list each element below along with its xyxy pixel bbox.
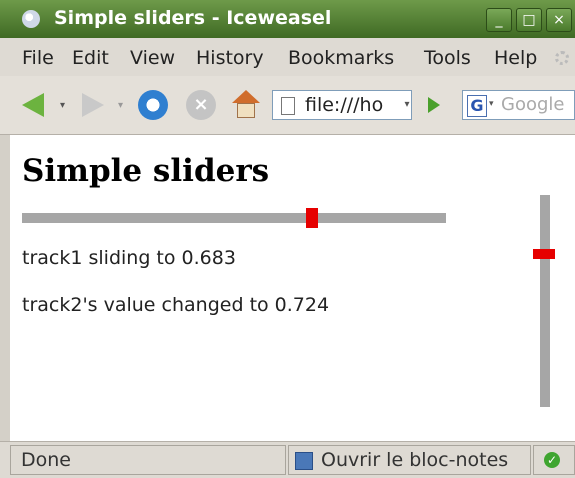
vertical-slider-track[interactable]: [533, 195, 555, 407]
browser-window: Simple sliders - Iceweasel _ □ × File Ed…: [0, 0, 575, 478]
back-dropdown-icon[interactable]: ▾: [60, 100, 65, 111]
notepad-icon: [295, 452, 313, 470]
status-bar: Done Ouvrir le bloc-notes ✓: [0, 441, 575, 478]
track1-status-text: track1 sliding to 0.683: [22, 247, 236, 269]
notes-label[interactable]: Ouvrir le bloc-notes: [321, 449, 508, 471]
menu-edit[interactable]: Edit: [72, 47, 109, 69]
menu-bar: File Edit View History Bookmarks Tools H…: [0, 38, 575, 77]
maximize-button[interactable]: □: [516, 8, 542, 32]
throbber-icon: [555, 51, 569, 65]
close-button[interactable]: ×: [546, 8, 572, 32]
minimize-button[interactable]: _: [486, 8, 512, 32]
security-panel[interactable]: ✓: [533, 445, 575, 475]
home-roof: [232, 90, 260, 103]
horizontal-slider-track[interactable]: [22, 208, 446, 228]
forward-arrow-icon[interactable]: [82, 93, 104, 117]
search-input[interactable]: G ▾ Google: [462, 90, 575, 120]
iceweasel-icon: [22, 10, 40, 28]
menu-file[interactable]: File: [22, 47, 54, 69]
menu-tools[interactable]: Tools: [424, 47, 471, 69]
track2-status-text: track2's value changed to 0.724: [22, 294, 330, 316]
title-bar[interactable]: Simple sliders - Iceweasel _ □ ×: [0, 0, 575, 38]
horizontal-slider-thumb[interactable]: [305, 208, 318, 228]
page-title: Simple sliders: [22, 153, 270, 189]
reload-icon[interactable]: [138, 90, 168, 120]
go-icon[interactable]: [428, 97, 440, 113]
vertical-slider-thumb[interactable]: [533, 248, 555, 259]
back-arrow-icon[interactable]: [22, 93, 44, 117]
stop-icon[interactable]: ×: [186, 90, 216, 120]
menu-view[interactable]: View: [130, 47, 175, 69]
search-engine-dropdown-icon[interactable]: ▾: [489, 99, 494, 109]
menu-help[interactable]: Help: [494, 47, 537, 69]
menu-history[interactable]: History: [196, 47, 264, 69]
menu-bookmarks[interactable]: Bookmarks: [288, 47, 394, 69]
window-title: Simple sliders - Iceweasel: [54, 7, 332, 29]
home-body: [237, 103, 255, 118]
google-icon[interactable]: G: [467, 95, 487, 117]
page-icon: [281, 97, 295, 115]
check-icon: ✓: [544, 452, 560, 468]
url-field[interactable]: file:///ho: [272, 90, 412, 120]
forward-dropdown-icon[interactable]: ▾: [118, 100, 123, 111]
page-content: Simple sliders track1 sliding to 0.683 t…: [10, 135, 575, 441]
notes-panel[interactable]: Ouvrir le bloc-notes: [288, 445, 531, 475]
navigation-toolbar: ▾ ▾ × file:///ho ▾ G ▾ Google: [0, 76, 575, 135]
url-dropdown-icon[interactable]: ▾: [398, 92, 416, 118]
url-text: file:///ho: [305, 94, 384, 116]
search-placeholder: Google: [501, 94, 565, 115]
home-icon[interactable]: [232, 90, 260, 118]
status-text: Done: [10, 445, 286, 475]
